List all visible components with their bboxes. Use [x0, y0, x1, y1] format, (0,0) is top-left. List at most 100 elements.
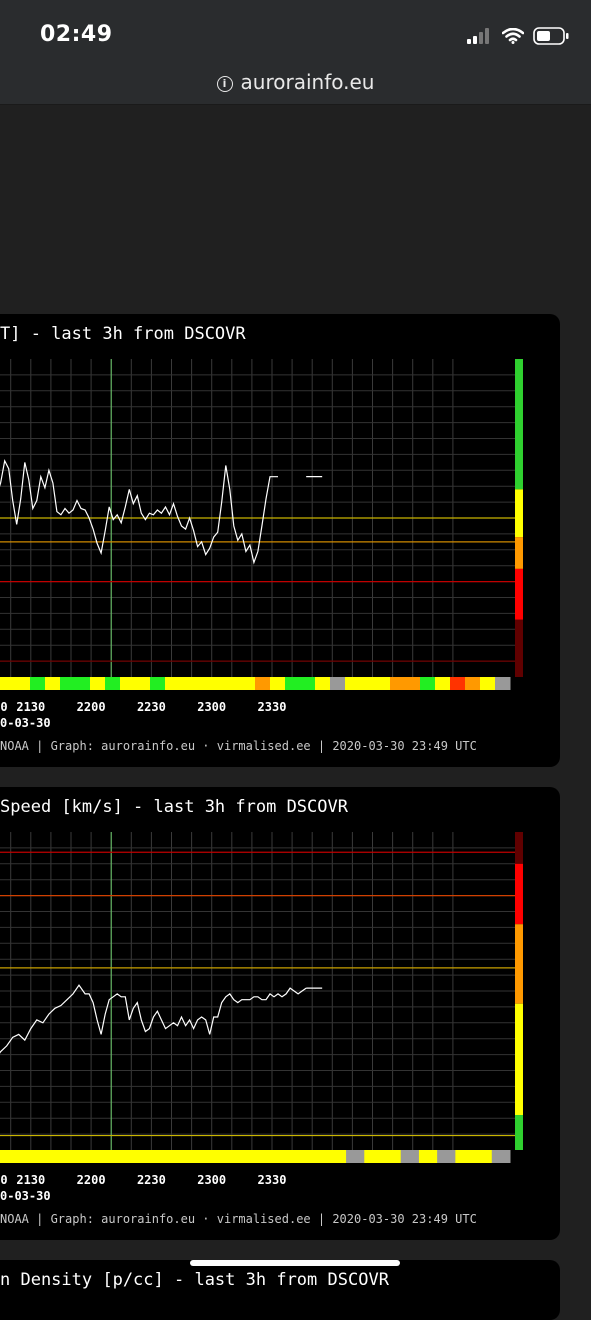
status-strip-segment: [480, 677, 496, 690]
status-strip-segment: [450, 677, 466, 690]
status-strip-segment: [36, 1150, 56, 1163]
x-tick-label: 0: [0, 700, 7, 714]
status-strip-segment: [150, 677, 166, 690]
level-bar-segment: [515, 568, 523, 620]
status-icons: [467, 25, 569, 47]
status-strip-segment: [163, 1150, 183, 1163]
url-display[interactable]: i aurorainfo.eu: [0, 70, 591, 94]
status-bar: 02:49: [0, 0, 591, 62]
status-strip-segment: [273, 1150, 292, 1163]
status-strip-segment: [390, 677, 406, 690]
status-strip-segment: [240, 677, 256, 690]
level-bar-segment: [515, 619, 523, 677]
status-strip-segment: [54, 1150, 74, 1163]
status-strip-segment: [165, 677, 181, 690]
status-strip-segment: [255, 1150, 274, 1163]
wifi-icon: [502, 28, 524, 44]
status-strip-segment: [225, 677, 241, 690]
status-strip-segment: [495, 677, 511, 690]
level-bar-segment: [515, 359, 523, 490]
status-strip-segment: [200, 1150, 220, 1163]
status-strip-segment: [465, 677, 481, 690]
status-strip-segment: [0, 677, 16, 690]
status-strip-segment: [364, 1150, 383, 1163]
status-strip-segment: [309, 1150, 329, 1163]
series-line: [0, 458, 278, 565]
status-strip-segment: [437, 1150, 456, 1163]
url-text: aurorainfo.eu: [240, 70, 375, 94]
x-tick-label: 2330: [258, 700, 287, 714]
level-bar-segment: [515, 489, 523, 538]
date-label: 0-03-30: [0, 1189, 51, 1203]
status-strip-segment: [330, 677, 346, 690]
status-strip-segment: [300, 677, 316, 690]
x-tick-label: 2200: [77, 1173, 106, 1187]
status-strip-segment: [405, 677, 421, 690]
status-strip-segment: [491, 1150, 511, 1163]
clock: 02:49: [40, 22, 113, 47]
level-bar-segment: [515, 832, 523, 864]
x-tick-label: 2300: [197, 700, 226, 714]
status-strip-segment: [327, 1150, 347, 1163]
chart-title: n Density [p/cc] - last 3h from DSCOVR: [0, 1270, 389, 1290]
status-strip-segment: [75, 677, 91, 690]
x-tick-label: 2230: [137, 700, 166, 714]
status-strip-segment: [291, 1150, 311, 1163]
status-strip-segment: [210, 677, 226, 690]
status-strip-segment: [60, 677, 76, 690]
status-strip-segment: [45, 677, 61, 690]
x-tick-label: 2130: [16, 700, 45, 714]
status-strip-segment: [315, 677, 331, 690]
x-tick-label: 2330: [258, 1173, 287, 1187]
status-strip-segment: [15, 677, 31, 690]
status-strip-segment: [346, 1150, 365, 1163]
chart-credit: NOAA | Graph: aurorainfo.eu · virmalised…: [0, 739, 477, 753]
status-strip-segment: [127, 1150, 147, 1163]
status-strip-segment: [109, 1150, 128, 1163]
status-strip-segment: [0, 1150, 19, 1163]
status-strip-segment: [285, 677, 301, 690]
chart-card-speed: Speed [km/s] - last 3h from DSCOVR 0 2130…: [0, 787, 560, 1240]
level-bar-segment: [515, 1115, 523, 1150]
level-bar-segment: [515, 924, 523, 1004]
x-tick-label: 2300: [197, 1173, 226, 1187]
status-strip-segment: [91, 1150, 110, 1163]
status-strip-segment: [18, 1150, 37, 1163]
status-strip-segment: [382, 1150, 402, 1163]
status-strip-segment: [180, 677, 196, 690]
level-bar-segment: [515, 537, 523, 569]
status-strip-segment: [255, 677, 271, 690]
status-strip-segment: [218, 1150, 238, 1163]
status-strip-segment: [120, 677, 136, 690]
status-strip-segment: [90, 677, 106, 690]
home-indicator[interactable]: [190, 1260, 400, 1266]
status-strip-segment: [270, 677, 286, 690]
level-bar-segment: [515, 863, 523, 925]
level-bar-segment: [515, 1003, 523, 1116]
chart-speed-svg: 0 2130 2200 2230 2300 2330 0-03-30: [0, 832, 523, 1203]
chart-card-bz: T] - last 3h from DSCOVR 0 2130 2200 2230 23…: [0, 314, 560, 767]
browser-address-bar[interactable]: i aurorainfo.eu: [0, 62, 591, 105]
series-line: [0, 984, 307, 1054]
status-strip-segment: [418, 1150, 438, 1163]
status-strip-segment: [455, 1150, 475, 1163]
status-strip-segment: [105, 677, 121, 690]
chart-bz-svg: 0 2130 2200 2230 2300 2330 0-03-30: [0, 359, 523, 730]
x-tick-label: 0: [0, 1173, 7, 1187]
status-strip-segment: [435, 677, 451, 690]
status-strip-segment: [473, 1150, 493, 1163]
x-tick-label: 2200: [77, 700, 106, 714]
status-strip-segment: [145, 1150, 165, 1163]
x-tick-label: 2230: [137, 1173, 166, 1187]
status-strip-segment: [400, 1150, 420, 1163]
chart-card-density: n Density [p/cc] - last 3h from DSCOVR: [0, 1260, 560, 1320]
status-strip-segment: [30, 677, 46, 690]
info-icon[interactable]: i: [216, 76, 233, 92]
status-strip-segment: [236, 1150, 256, 1163]
status-strip-segment: [375, 677, 391, 690]
chart-title: Speed [km/s] - last 3h from DSCOVR: [0, 797, 348, 817]
status-strip-segment: [182, 1150, 201, 1163]
date-label: 0-03-30: [0, 716, 51, 730]
chart-credit: NOAA | Graph: aurorainfo.eu · virmalised…: [0, 1212, 477, 1226]
status-strip-segment: [360, 677, 376, 690]
